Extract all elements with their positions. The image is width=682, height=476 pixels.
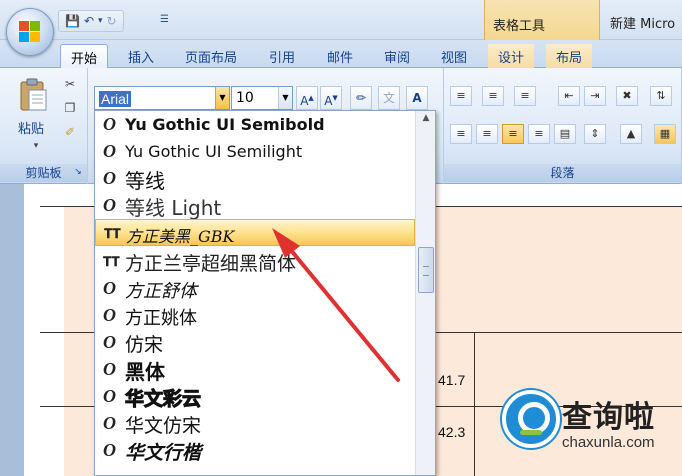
opentype-font-icon: O [103, 332, 116, 352]
format-painter-icon[interactable]: ✐ [62, 124, 78, 140]
cut-icon[interactable]: ✂ [62, 76, 78, 92]
paste-icon[interactable] [18, 78, 48, 112]
tab-insert[interactable]: 插入 [118, 44, 164, 68]
font-list-item[interactable]: O 华文仿宋 [95, 410, 413, 437]
font-list-item[interactable]: O Yu Gothic UI Semilight [95, 138, 413, 165]
character-border-icon[interactable]: A [406, 86, 428, 110]
numbering-icon[interactable]: ≡ [482, 86, 504, 106]
redo-icon[interactable]: ↻ [107, 14, 117, 28]
font-list-item[interactable]: O Yu Gothic UI Semibold [95, 111, 413, 138]
undo-dropdown-icon[interactable]: ▾ [98, 16, 103, 26]
tab-references[interactable]: 引用 [259, 44, 305, 68]
opentype-font-icon: O [103, 141, 116, 161]
save-icon[interactable]: 💾 [65, 14, 80, 28]
table-tools-label: 表格工具 [493, 19, 546, 34]
font-name-value[interactable]: Arial [99, 91, 132, 107]
paste-button[interactable]: 粘贴 [18, 118, 44, 137]
font-list-item[interactable]: O 方正姚体 [95, 302, 413, 329]
align-left-icon[interactable]: ≡ [450, 124, 472, 144]
font-list-item[interactable]: O 黑体 [95, 356, 413, 384]
table-cell-value: 42.3 [438, 424, 466, 440]
opentype-font-icon: O [103, 305, 116, 325]
paste-dropdown-icon[interactable]: ▾ [28, 138, 44, 154]
font-list-item-highlighted[interactable]: 𝐓𝐓 方正美黑_GBK [95, 219, 415, 246]
opentype-font-icon: O [103, 195, 116, 215]
font-list-item[interactable]: O 等线 [95, 165, 413, 193]
font-size-combo[interactable]: 10 ▼ [231, 86, 293, 110]
opentype-font-icon: O [103, 440, 116, 460]
truetype-font-icon: 𝐓𝐓 [103, 254, 120, 269]
copy-icon[interactable]: ❐ [62, 100, 78, 116]
font-name-combo[interactable]: Arial ▼ [94, 86, 230, 110]
opentype-font-icon: O [103, 386, 116, 406]
customize-toolbar-icon[interactable]: ☰ [160, 14, 169, 25]
opentype-font-icon: O [103, 359, 116, 379]
title-bar: 💾 ↶ ▾ ↻ ☰ 表格工具 新建 Micro [0, 0, 682, 40]
borders-icon[interactable]: ▦ [654, 124, 676, 144]
tab-page-layout[interactable]: 页面布局 [175, 44, 247, 68]
table-cell-value: 41.7 [438, 372, 466, 388]
undo-icon[interactable]: ↶ [84, 14, 94, 28]
multilevel-list-icon[interactable]: ≡ [514, 86, 536, 106]
opentype-font-icon: O [103, 413, 116, 433]
font-list-item[interactable]: O 华文彩云 [95, 383, 413, 411]
paragraph-group-label: 段落 [444, 164, 681, 182]
font-list-item[interactable]: O 仿宋 [95, 329, 413, 356]
tab-view[interactable]: 视图 [431, 44, 477, 68]
opentype-font-icon: O [103, 168, 116, 188]
clipboard-launcher-icon[interactable]: ↘ [70, 164, 86, 180]
tab-design[interactable]: 设计 [488, 44, 535, 68]
opentype-font-icon: O [103, 114, 116, 134]
font-dropdown-icon[interactable]: ▼ [215, 87, 229, 109]
search-logo-icon [502, 390, 560, 448]
shrink-font-button[interactable]: A▼ [320, 86, 342, 110]
font-list-scrollbar[interactable]: ▲ [415, 111, 435, 475]
bullets-icon[interactable]: ≡ [450, 86, 472, 106]
table-border [474, 332, 475, 476]
tab-mailings[interactable]: 邮件 [317, 44, 363, 68]
increase-indent-icon[interactable]: ⇥ [584, 86, 606, 106]
shading-icon[interactable]: ▲ [620, 124, 642, 144]
font-size-dropdown-icon[interactable]: ▼ [278, 87, 292, 109]
justify-icon[interactable]: ≡ [528, 124, 550, 144]
distributed-icon[interactable]: ▤ [554, 124, 576, 144]
scrollbar-thumb[interactable] [418, 247, 434, 293]
decrease-indent-icon[interactable]: ⇤ [558, 86, 580, 106]
clear-format-icon[interactable]: ✏ [350, 86, 372, 110]
font-list-item[interactable]: O 等线 Light [95, 192, 413, 220]
table-tools-header: 表格工具 [484, 0, 600, 40]
font-dropdown-list[interactable]: O Yu Gothic UI Semibold O Yu Gothic UI S… [94, 110, 436, 476]
watermark-brand: 查询啦 [562, 400, 655, 435]
tab-review[interactable]: 审阅 [374, 44, 420, 68]
phonetic-guide-icon[interactable]: 文 [378, 86, 400, 110]
paragraph-group: ≡ ≡ ≡ ⇤ ⇥ ✖ ⇅ ≡ ≡ ≡ ≡ ▤ ⇕ ▲ ▦ 段落 [444, 68, 682, 184]
align-center-icon[interactable]: ≡ [476, 124, 498, 144]
scroll-up-icon[interactable]: ▲ [418, 113, 434, 129]
office-button[interactable] [6, 8, 54, 56]
clipboard-group: 粘贴 ▾ ✂ ❐ ✐ 剪贴板 ↘ [0, 68, 88, 184]
tab-home[interactable]: 开始 [60, 44, 109, 68]
sort-icon[interactable]: ⇅ [650, 86, 672, 106]
font-list-item[interactable]: 𝐓𝐓 方正兰亭超细黑简体 [95, 248, 413, 275]
tab-layout[interactable]: 布局 [546, 44, 593, 68]
watermark-url: chaxunla.com [562, 434, 655, 451]
opentype-font-icon: O [103, 278, 116, 298]
truetype-font-icon: 𝐓𝐓 [104, 226, 121, 241]
chinese-layout-icon[interactable]: ✖ [616, 86, 638, 106]
ribbon-tabs: 开始 插入 页面布局 引用 邮件 审阅 视图 设计 布局 [0, 40, 682, 68]
font-list-item[interactable]: O 方正舒体 [95, 275, 413, 302]
font-list-item[interactable]: O 华文行楷 [95, 437, 413, 464]
line-spacing-icon[interactable]: ⇕ [584, 124, 606, 144]
quick-access-toolbar: 💾 ↶ ▾ ↻ [58, 10, 124, 32]
font-size-value[interactable]: 10 [236, 90, 254, 106]
grow-font-button[interactable]: A▲ [296, 86, 318, 110]
align-right-icon[interactable]: ≡ [502, 124, 524, 144]
watermark-logo: 查询啦 chaxunla.com [496, 382, 676, 472]
office-logo-icon [19, 21, 41, 43]
document-title: 新建 Micro [610, 17, 676, 32]
